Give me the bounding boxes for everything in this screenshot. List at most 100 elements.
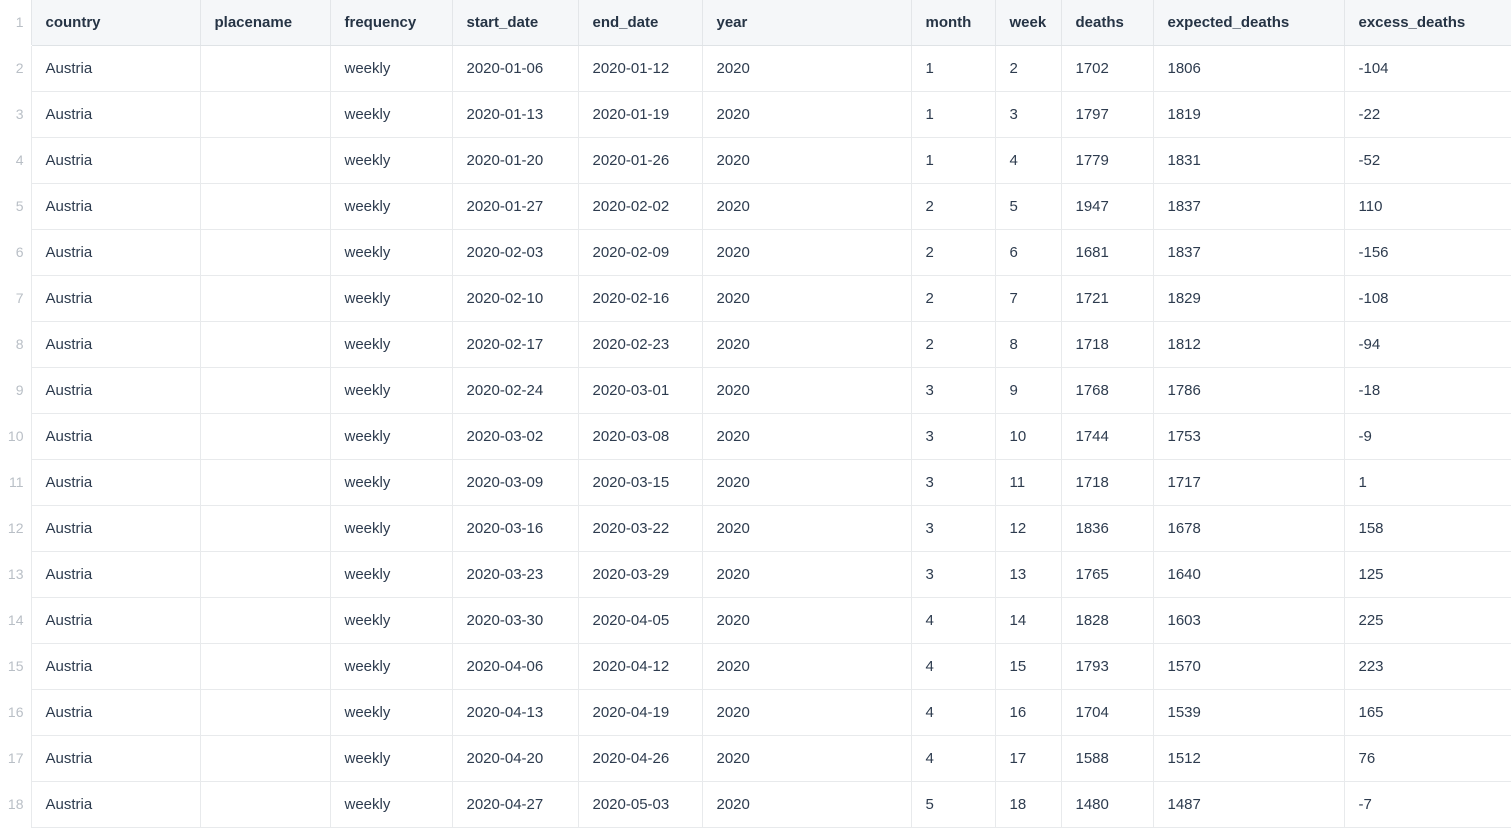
cell-frequency[interactable]: weekly: [330, 735, 452, 781]
cell-year[interactable]: 2020: [702, 597, 911, 643]
cell-start-date[interactable]: 2020-01-27: [452, 183, 578, 229]
cell-expected-deaths[interactable]: 1786: [1153, 367, 1344, 413]
cell-country[interactable]: Austria: [31, 689, 200, 735]
cell-end-date[interactable]: 2020-02-09: [578, 229, 702, 275]
row-number[interactable]: 9: [0, 367, 31, 413]
table-row[interactable]: 3Austriaweekly2020-01-132020-01-19202013…: [0, 91, 1511, 137]
cell-frequency[interactable]: weekly: [330, 45, 452, 91]
cell-end-date[interactable]: 2020-03-08: [578, 413, 702, 459]
cell-placename[interactable]: [200, 321, 330, 367]
cell-placename[interactable]: [200, 367, 330, 413]
cell-start-date[interactable]: 2020-03-30: [452, 597, 578, 643]
cell-start-date[interactable]: 2020-02-10: [452, 275, 578, 321]
column-header-placename[interactable]: placename: [200, 0, 330, 45]
cell-deaths[interactable]: 1681: [1061, 229, 1153, 275]
cell-year[interactable]: 2020: [702, 91, 911, 137]
cell-frequency[interactable]: weekly: [330, 229, 452, 275]
cell-month[interactable]: 3: [911, 459, 995, 505]
table-row[interactable]: 4Austriaweekly2020-01-202020-01-26202014…: [0, 137, 1511, 183]
cell-month[interactable]: 1: [911, 45, 995, 91]
cell-excess-deaths[interactable]: 110: [1344, 183, 1511, 229]
cell-week[interactable]: 11: [995, 459, 1061, 505]
cell-placename[interactable]: [200, 459, 330, 505]
cell-start-date[interactable]: 2020-03-02: [452, 413, 578, 459]
table-row[interactable]: 9Austriaweekly2020-02-242020-03-01202039…: [0, 367, 1511, 413]
cell-start-date[interactable]: 2020-03-09: [452, 459, 578, 505]
cell-frequency[interactable]: weekly: [330, 597, 452, 643]
cell-expected-deaths[interactable]: 1539: [1153, 689, 1344, 735]
cell-expected-deaths[interactable]: 1829: [1153, 275, 1344, 321]
cell-month[interactable]: 4: [911, 735, 995, 781]
cell-end-date[interactable]: 2020-05-03: [578, 781, 702, 827]
column-header-expected-deaths[interactable]: expected_deaths: [1153, 0, 1344, 45]
cell-deaths[interactable]: 1779: [1061, 137, 1153, 183]
cell-country[interactable]: Austria: [31, 275, 200, 321]
column-header-frequency[interactable]: frequency: [330, 0, 452, 45]
cell-deaths[interactable]: 1718: [1061, 321, 1153, 367]
column-header-start-date[interactable]: start_date: [452, 0, 578, 45]
row-number[interactable]: 6: [0, 229, 31, 275]
cell-excess-deaths[interactable]: 165: [1344, 689, 1511, 735]
cell-deaths[interactable]: 1744: [1061, 413, 1153, 459]
row-number[interactable]: 15: [0, 643, 31, 689]
cell-country[interactable]: Austria: [31, 413, 200, 459]
cell-expected-deaths[interactable]: 1806: [1153, 45, 1344, 91]
table-row[interactable]: 12Austriaweekly2020-03-162020-03-2220203…: [0, 505, 1511, 551]
table-row[interactable]: 14Austriaweekly2020-03-302020-04-0520204…: [0, 597, 1511, 643]
cell-frequency[interactable]: weekly: [330, 551, 452, 597]
cell-week[interactable]: 3: [995, 91, 1061, 137]
cell-year[interactable]: 2020: [702, 643, 911, 689]
cell-end-date[interactable]: 2020-03-01: [578, 367, 702, 413]
cell-expected-deaths[interactable]: 1603: [1153, 597, 1344, 643]
cell-placename[interactable]: [200, 183, 330, 229]
cell-excess-deaths[interactable]: -18: [1344, 367, 1511, 413]
cell-week[interactable]: 4: [995, 137, 1061, 183]
cell-year[interactable]: 2020: [702, 45, 911, 91]
cell-month[interactable]: 5: [911, 781, 995, 827]
cell-expected-deaths[interactable]: 1487: [1153, 781, 1344, 827]
table-row[interactable]: 16Austriaweekly2020-04-132020-04-1920204…: [0, 689, 1511, 735]
cell-end-date[interactable]: 2020-03-22: [578, 505, 702, 551]
cell-country[interactable]: Austria: [31, 91, 200, 137]
cell-year[interactable]: 2020: [702, 321, 911, 367]
cell-expected-deaths[interactable]: 1837: [1153, 229, 1344, 275]
cell-month[interactable]: 2: [911, 275, 995, 321]
table-row[interactable]: 10Austriaweekly2020-03-022020-03-0820203…: [0, 413, 1511, 459]
column-header-week[interactable]: week: [995, 0, 1061, 45]
cell-excess-deaths[interactable]: -156: [1344, 229, 1511, 275]
cell-start-date[interactable]: 2020-02-03: [452, 229, 578, 275]
cell-frequency[interactable]: weekly: [330, 321, 452, 367]
column-header-excess-deaths[interactable]: excess_deaths: [1344, 0, 1511, 45]
cell-placename[interactable]: [200, 643, 330, 689]
cell-expected-deaths[interactable]: 1512: [1153, 735, 1344, 781]
cell-frequency[interactable]: weekly: [330, 505, 452, 551]
cell-week[interactable]: 5: [995, 183, 1061, 229]
cell-placename[interactable]: [200, 91, 330, 137]
cell-placename[interactable]: [200, 275, 330, 321]
cell-month[interactable]: 3: [911, 367, 995, 413]
cell-excess-deaths[interactable]: -22: [1344, 91, 1511, 137]
cell-deaths[interactable]: 1768: [1061, 367, 1153, 413]
cell-placename[interactable]: [200, 735, 330, 781]
column-header-deaths[interactable]: deaths: [1061, 0, 1153, 45]
cell-country[interactable]: Austria: [31, 229, 200, 275]
cell-week[interactable]: 9: [995, 367, 1061, 413]
cell-excess-deaths[interactable]: 225: [1344, 597, 1511, 643]
cell-frequency[interactable]: weekly: [330, 183, 452, 229]
column-header-month[interactable]: month: [911, 0, 995, 45]
cell-end-date[interactable]: 2020-02-02: [578, 183, 702, 229]
cell-year[interactable]: 2020: [702, 229, 911, 275]
row-number[interactable]: 2: [0, 45, 31, 91]
cell-deaths[interactable]: 1947: [1061, 183, 1153, 229]
cell-start-date[interactable]: 2020-01-13: [452, 91, 578, 137]
column-header-country[interactable]: country: [31, 0, 200, 45]
cell-year[interactable]: 2020: [702, 413, 911, 459]
cell-end-date[interactable]: 2020-01-26: [578, 137, 702, 183]
cell-placename[interactable]: [200, 597, 330, 643]
cell-country[interactable]: Austria: [31, 597, 200, 643]
cell-start-date[interactable]: 2020-04-20: [452, 735, 578, 781]
cell-placename[interactable]: [200, 229, 330, 275]
cell-end-date[interactable]: 2020-04-12: [578, 643, 702, 689]
row-number[interactable]: 13: [0, 551, 31, 597]
cell-country[interactable]: Austria: [31, 781, 200, 827]
